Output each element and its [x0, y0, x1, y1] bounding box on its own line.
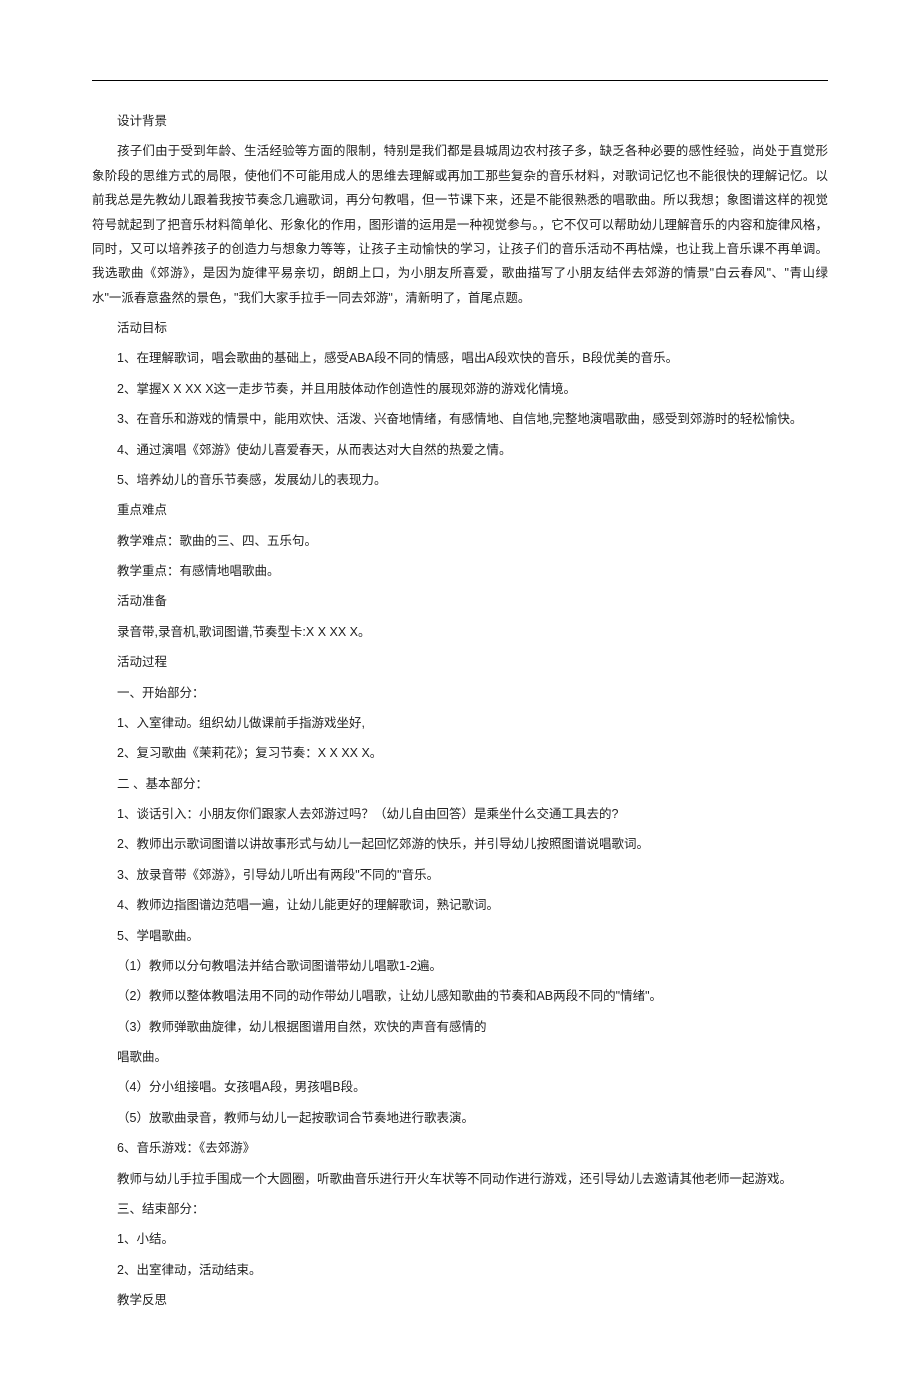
paragraph: 三、结束部分： — [92, 1197, 828, 1221]
top-divider — [92, 80, 828, 81]
paragraph: 1、在理解歌词，唱会歌曲的基础上，感受ABA段不同的情感，唱出A段欢快的音乐，B… — [92, 346, 828, 370]
paragraph: 重点难点 — [92, 498, 828, 522]
paragraph: 2、复习歌曲《茉莉花》；复习节奏：X X XX X。 — [92, 741, 828, 765]
paragraph: 2、掌握X X XX X这一走步节奏，并且用肢体动作创造性的展现郊游的游戏化情境… — [92, 377, 828, 401]
paragraph: 4、教师边指图谱边范唱一遍，让幼儿能更好的理解歌词，熟记歌词。 — [92, 893, 828, 917]
paragraph: 唱歌曲。 — [92, 1045, 828, 1069]
paragraph: 1、入室律动。组织幼儿做课前手指游戏坐好, — [92, 711, 828, 735]
paragraph: 孩子们由于受到年龄、生活经验等方面的限制，特别是我们都是县城周边农村孩子多，缺乏… — [92, 139, 828, 310]
paragraph: （3）教师弹歌曲旋律，幼儿根据图谱用自然，欢快的声音有感情的 — [92, 1015, 828, 1039]
document-body: 设计背景孩子们由于受到年龄、生活经验等方面的限制，特别是我们都是县城周边农村孩子… — [92, 109, 828, 1312]
paragraph: 录音带,录音机,歌词图谱,节奏型卡:X X XX X。 — [92, 620, 828, 644]
paragraph: 一、开始部分： — [92, 681, 828, 705]
paragraph: （4）分小组接唱。女孩唱A段，男孩唱B段。 — [92, 1075, 828, 1099]
paragraph: 活动准备 — [92, 589, 828, 613]
paragraph: 活动目标 — [92, 316, 828, 340]
paragraph: 1、小结。 — [92, 1227, 828, 1251]
paragraph: 3、放录音带《郊游》，引导幼儿听出有两段"不同的"音乐。 — [92, 863, 828, 887]
paragraph: 教师与幼儿手拉手围成一个大圆圈，听歌曲音乐进行开火车状等不同动作进行游戏，还引导… — [92, 1167, 828, 1191]
document-page: 设计背景孩子们由于受到年龄、生活经验等方面的限制，特别是我们都是县城周边农村孩子… — [0, 0, 920, 1378]
paragraph: 活动过程 — [92, 650, 828, 674]
paragraph: 2、教师出示歌词图谱以讲故事形式与幼儿一起回忆郊游的快乐，并引导幼儿按照图谱说唱… — [92, 832, 828, 856]
paragraph: （5）放歌曲录音，教师与幼儿一起按歌词合节奏地进行歌表演。 — [92, 1106, 828, 1130]
paragraph: 设计背景 — [92, 109, 828, 133]
paragraph: 4、通过演唱《郊游》使幼儿喜爱春天，从而表达对大自然的热爱之情。 — [92, 438, 828, 462]
paragraph: 教学反思 — [92, 1288, 828, 1312]
paragraph: 教学难点：歌曲的三、四、五乐句。 — [92, 529, 828, 553]
paragraph: 5、学唱歌曲。 — [92, 924, 828, 948]
paragraph: 5、培养幼儿的音乐节奏感，发展幼儿的表现力。 — [92, 468, 828, 492]
paragraph: 二 、基本部分： — [92, 772, 828, 796]
paragraph: 6、音乐游戏：《去郊游》 — [92, 1136, 828, 1160]
paragraph: 1、谈话引入：小朋友你们跟家人去郊游过吗？（幼儿自由回答）是乘坐什么交通工具去的… — [92, 802, 828, 826]
paragraph: 3、在音乐和游戏的情景中，能用欢快、活泼、兴奋地情绪，有感情地、自信地,完整地演… — [92, 407, 828, 431]
paragraph: 2、出室律动，活动结束。 — [92, 1258, 828, 1282]
paragraph: （2）教师以整体教唱法用不同的动作带幼儿唱歌，让幼儿感知歌曲的节奏和AB两段不同… — [92, 984, 828, 1008]
paragraph: （1）教师以分句教唱法并结合歌词图谱带幼儿唱歌1-2遍。 — [92, 954, 828, 978]
paragraph: 教学重点：有感情地唱歌曲。 — [92, 559, 828, 583]
